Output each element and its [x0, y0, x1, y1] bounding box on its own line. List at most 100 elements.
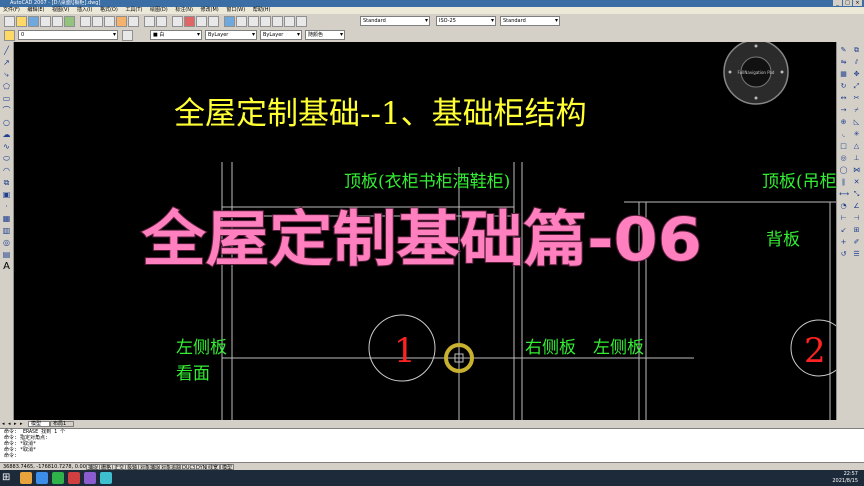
windows-start-icon[interactable]: ⊞ — [2, 473, 12, 483]
copy-icon[interactable] — [92, 16, 103, 27]
taskbar-app-extra-icon[interactable] — [100, 472, 112, 484]
spline-icon[interactable]: ∿ — [2, 142, 11, 151]
command-prompt[interactable]: 命令: — [0, 453, 864, 459]
print-icon[interactable] — [40, 16, 51, 27]
baseline-dim-icon[interactable]: ⊣ — [852, 214, 861, 223]
join-icon[interactable]: ⊕ — [839, 118, 848, 127]
navigation-wheel[interactable]: FullNavigation Pad — [723, 42, 789, 105]
copy-object-icon[interactable]: ⧉ — [852, 46, 861, 55]
tool-palettes-icon[interactable] — [248, 16, 259, 27]
zoom-realtime-icon[interactable] — [184, 16, 195, 27]
snap-perpendicular-icon[interactable]: ⊥ — [852, 154, 861, 163]
rectangle-icon[interactable]: ▭ — [2, 94, 11, 103]
layer-manager-icon[interactable] — [4, 30, 15, 41]
layer-previous-icon[interactable] — [122, 30, 133, 41]
cut-icon[interactable] — [80, 16, 91, 27]
command-window[interactable]: 命令: _ERASE 找到 1 个 命令: 指定对角点: 命令: *取消* 命令… — [0, 428, 864, 463]
stretch-icon[interactable]: ↔ — [839, 94, 848, 103]
dim-update-icon[interactable]: ↺ — [839, 250, 848, 259]
paste-icon[interactable] — [104, 16, 115, 27]
aligned-dim-icon[interactable]: ⤡ — [852, 190, 861, 199]
polyline-icon[interactable]: ⤷ — [2, 70, 11, 79]
pan-icon[interactable] — [172, 16, 183, 27]
maximize-button[interactable]: □ — [843, 0, 852, 6]
ellipse-arc-icon[interactable]: ◠ — [2, 166, 11, 175]
table-icon[interactable]: ▤ — [2, 250, 11, 259]
tab-next-icon[interactable]: ▸ — [14, 421, 19, 427]
block-editor-icon[interactable] — [128, 16, 139, 27]
tab-first-icon[interactable]: ◂ — [2, 421, 7, 427]
zoom-window-icon[interactable] — [196, 16, 207, 27]
offset-icon[interactable]: ⫽ — [852, 58, 861, 67]
explode-icon[interactable]: ✳ — [852, 130, 861, 139]
linear-dim-icon[interactable]: ⟷ — [839, 190, 849, 199]
drawing-canvas[interactable]: 1 2 全屋定制基础--1、基础柜结构 顶板(衣柜书柜酒鞋柜) 顶板(吊柜...… — [14, 42, 836, 420]
menu-insert[interactable]: 插入(I) — [74, 7, 95, 14]
quick-dim-icon[interactable]: ⊢ — [839, 214, 848, 223]
menu-window[interactable]: 窗口(W) — [223, 7, 248, 14]
snap-parallel-icon[interactable]: ∥ — [839, 178, 848, 187]
gradient-icon[interactable]: ▥ — [2, 226, 11, 235]
menu-dimension[interactable]: 标注(N) — [172, 7, 196, 14]
taskbar-app-autocad-icon[interactable] — [68, 472, 80, 484]
fillet-icon[interactable]: ◟ — [839, 130, 848, 139]
minimize-button[interactable]: _ — [833, 0, 842, 6]
match-properties-icon[interactable] — [116, 16, 127, 27]
taskbar-app-other-icon[interactable] — [84, 472, 96, 484]
angular-dim-icon[interactable]: ∠ — [852, 202, 861, 211]
redo-icon[interactable] — [156, 16, 167, 27]
snap-nearest-icon[interactable]: ⋈ — [852, 166, 861, 175]
dim-style-icon[interactable]: ☰ — [852, 250, 861, 259]
snap-center-icon[interactable]: ◎ — [839, 154, 848, 163]
save-icon[interactable] — [28, 16, 39, 27]
linetype-select[interactable]: ByLayer — [205, 30, 257, 40]
center-mark-icon[interactable]: + — [839, 238, 848, 247]
tolerance-icon[interactable]: ⊞ — [852, 226, 861, 235]
snap-midpoint-icon[interactable]: △ — [852, 142, 861, 151]
tab-last-icon[interactable]: ▸ — [20, 421, 25, 427]
hatch-icon[interactable]: ▦ — [2, 214, 11, 223]
trim-icon[interactable]: ✂ — [852, 94, 861, 103]
open-file-icon[interactable] — [16, 16, 27, 27]
zoom-previous-icon[interactable] — [208, 16, 219, 27]
polygon-icon[interactable]: ⬠ — [2, 82, 11, 91]
new-file-icon[interactable] — [4, 16, 15, 27]
snap-none-icon[interactable]: ✕ — [852, 178, 861, 187]
color-select[interactable]: ■ 白 — [150, 30, 202, 40]
extend-icon[interactable]: → — [839, 106, 848, 115]
dim-edit-icon[interactable]: ✐ — [852, 238, 861, 247]
text-style-select[interactable]: Standard — [360, 16, 430, 26]
menu-format[interactable]: 格式(O) — [97, 7, 121, 14]
close-button[interactable]: × — [853, 0, 862, 6]
radius-dim-icon[interactable]: ◔ — [839, 202, 848, 211]
break-icon[interactable]: ⌿ — [852, 106, 861, 115]
tab-model[interactable]: 模型 — [28, 421, 50, 427]
taskbar-app-explorer-icon[interactable] — [20, 472, 32, 484]
menu-edit[interactable]: 编辑(E) — [24, 7, 47, 14]
construction-line-icon[interactable]: ↗ — [2, 58, 11, 67]
undo-icon[interactable] — [144, 16, 155, 27]
line-icon[interactable]: ╱ — [2, 46, 11, 55]
leader-icon[interactable]: ↙ — [839, 226, 848, 235]
help-icon[interactable] — [296, 16, 307, 27]
menu-tools[interactable]: 工具(T) — [122, 7, 145, 14]
dim-style-select[interactable]: ISO-25 — [436, 16, 496, 26]
arc-icon[interactable]: ⌒ — [2, 106, 11, 115]
point-icon[interactable]: · — [2, 202, 11, 211]
menu-help[interactable]: 帮助(H) — [250, 7, 274, 14]
menu-draw[interactable]: 绘图(D) — [147, 7, 171, 14]
make-block-icon[interactable]: ▣ — [2, 190, 11, 199]
taskbar-app-wechat-icon[interactable] — [52, 472, 64, 484]
sheet-set-icon[interactable] — [260, 16, 271, 27]
tab-prev-icon[interactable]: ◂ — [8, 421, 13, 427]
mirror-icon[interactable]: ⇋ — [839, 58, 848, 67]
rotate-icon[interactable]: ↻ — [839, 82, 848, 91]
circle-icon[interactable]: ○ — [2, 118, 11, 127]
taskbar-app-browser-icon[interactable] — [36, 472, 48, 484]
plot-preview-icon[interactable] — [52, 16, 63, 27]
region-icon[interactable]: ◎ — [2, 238, 11, 247]
quickcalc-icon[interactable] — [284, 16, 295, 27]
menu-file[interactable]: 文件(F) — [0, 7, 23, 14]
ellipse-icon[interactable]: ⬭ — [2, 154, 11, 163]
menu-view[interactable]: 视图(V) — [49, 7, 72, 14]
